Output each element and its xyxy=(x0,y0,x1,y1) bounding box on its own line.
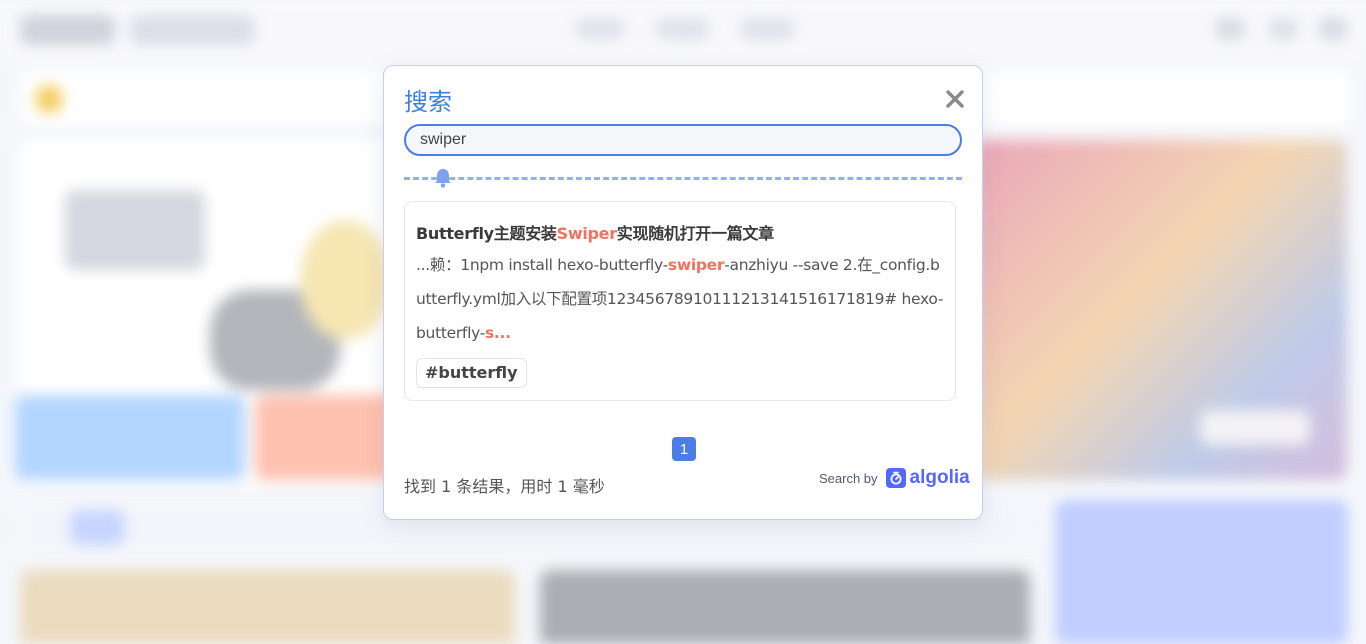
algolia-logo-icon xyxy=(885,468,906,488)
search-by-label: Search by xyxy=(819,470,878,486)
search-by-algolia-link[interactable]: Search by algolia xyxy=(819,467,970,489)
search-result-item[interactable]: Butterfly主题安装Swiper实现随机打开一篇文章 ...赖：1npm … xyxy=(404,201,956,401)
bell-icon xyxy=(435,169,451,188)
result-title[interactable]: Butterfly主题安装Swiper实现随机打开一篇文章 xyxy=(416,220,774,244)
pagination-page-1[interactable]: 1 xyxy=(672,437,696,461)
algolia-brand: algolia xyxy=(909,467,970,488)
close-button[interactable] xyxy=(942,86,968,112)
search-dialog: 搜索 Butterfly主题安装Swiper实现随机打开一篇文章 ...赖：1n… xyxy=(383,65,983,520)
dialog-title: 搜索 xyxy=(404,88,452,116)
search-divider xyxy=(404,177,962,180)
close-icon xyxy=(946,90,964,108)
result-tag[interactable]: #butterfly xyxy=(416,358,527,388)
search-stats: 找到 1 条结果，用时 1 毫秒 xyxy=(404,477,605,496)
search-input[interactable] xyxy=(404,124,962,156)
result-snippet: ...赖：1npm install hexo-butterfly-swiper-… xyxy=(416,256,944,342)
